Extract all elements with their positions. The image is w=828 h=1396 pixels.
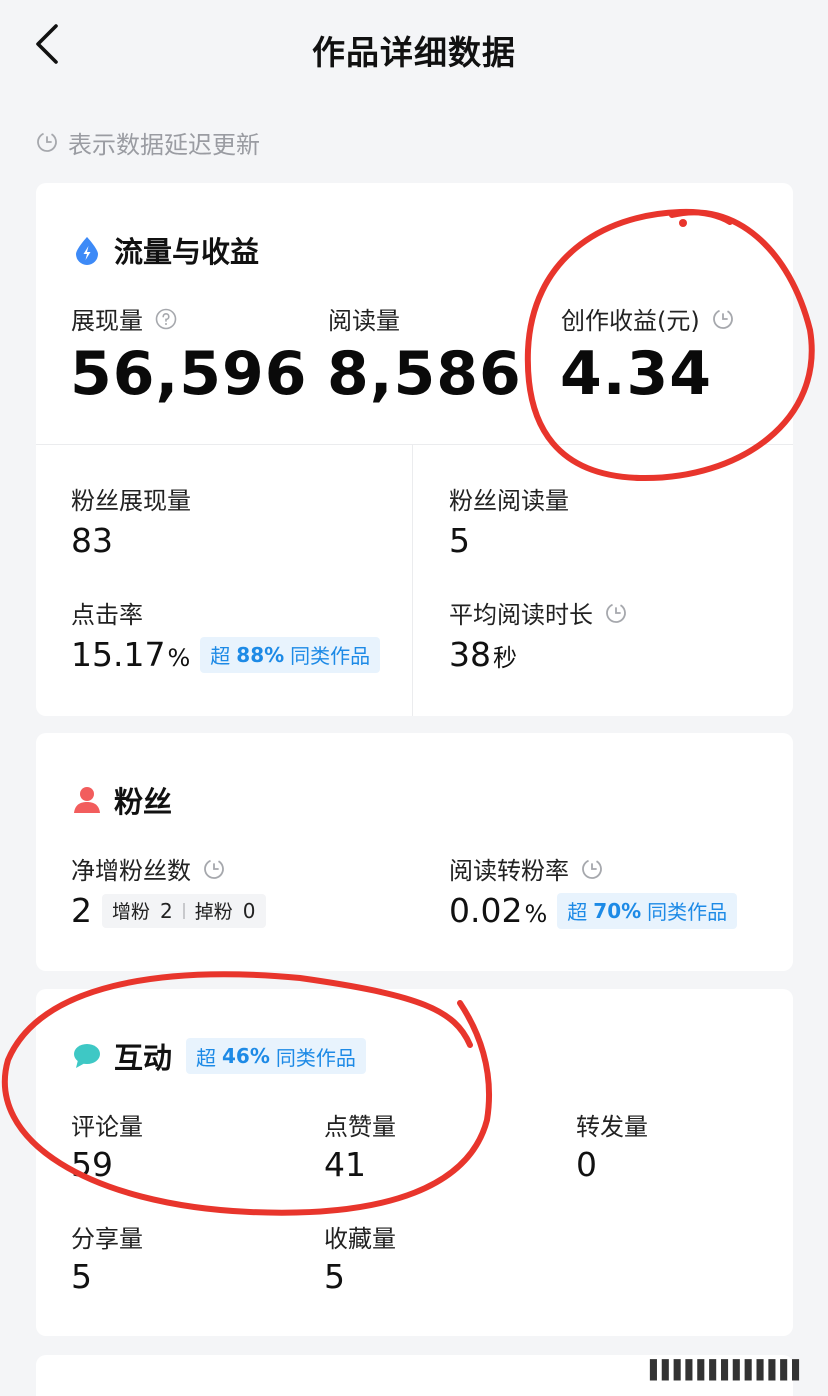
badge-suffix: 同类作品 bbox=[647, 900, 728, 924]
avg-time-value: 38 bbox=[449, 635, 491, 674]
reads-label: 阅读量 bbox=[328, 307, 400, 335]
badge-percent: 70% bbox=[593, 898, 642, 923]
conversion-label: 阅读转粉率 bbox=[449, 857, 569, 885]
fans-title: 粉丝 bbox=[114, 785, 173, 819]
conversion-label-row: 阅读转粉率 bbox=[449, 851, 603, 886]
avg-time-unit: 秒 bbox=[493, 644, 517, 672]
fan-reads-value: 5 bbox=[449, 521, 470, 560]
clock-icon bbox=[606, 602, 626, 623]
clock-icon bbox=[204, 858, 224, 879]
impressions-label: 展现量 bbox=[71, 307, 143, 335]
conversion-value-row: 0.02 % 超 70% 同类作品 bbox=[449, 891, 738, 930]
lightning-drop-icon bbox=[76, 237, 98, 265]
clock-icon bbox=[712, 308, 733, 329]
fans-header: 粉丝 bbox=[72, 779, 172, 821]
earnings-value: 4.34 bbox=[560, 339, 713, 409]
reposts-label: 转发量 bbox=[576, 1113, 648, 1141]
badge-percent: 46% bbox=[222, 1044, 270, 1068]
notice-text: 表示数据延迟更新 bbox=[68, 130, 260, 159]
chat-bubble-icon bbox=[74, 1044, 100, 1068]
traffic-card: 流量与收益 展现量 56,596 阅读量 8,586 创作收益(元) 4.34 … bbox=[36, 183, 793, 716]
loss-value: 0 bbox=[242, 898, 256, 923]
ctr-label: 点击率 bbox=[71, 601, 143, 629]
conversion-value: 0.02 bbox=[449, 891, 523, 930]
likes-label: 点赞量 bbox=[324, 1113, 396, 1141]
impressions-value: 56,596 bbox=[70, 339, 308, 409]
ctr-badge: 超 88% 同类作品 bbox=[200, 636, 381, 673]
earnings-label-row: 创作收益(元) bbox=[561, 301, 734, 336]
nav-bar: 作品详细数据 bbox=[0, 0, 828, 100]
interaction-badge: 超 46% 同类作品 bbox=[186, 1038, 366, 1074]
ctr-value-row: 15.17 % 超 88% 同类作品 bbox=[71, 635, 381, 674]
reads-value: 8,586 bbox=[327, 339, 522, 409]
avg-time-label: 平均阅读时长 bbox=[449, 601, 593, 629]
traffic-title: 流量与收益 bbox=[114, 235, 260, 269]
conversion-unit: % bbox=[524, 900, 548, 928]
fans-card: 粉丝 净增粉丝数 2 增粉 2 掉粉 0 阅读转粉率 0.02 % 超 70% … bbox=[36, 733, 793, 971]
badge-percent: 88% bbox=[236, 642, 285, 667]
interaction-card: 互动 超 46% 同类作品 评论量 59 点赞量 41 转发量 0 分享量 5 收藏… bbox=[36, 989, 793, 1336]
page: 作品详细数据 表示数据延迟更新 流量与收益 展现量 56,596 阅读量 8,5… bbox=[0, 0, 828, 1396]
fan-impressions-value: 83 bbox=[71, 521, 113, 560]
net-gain-label-row: 净增粉丝数 bbox=[71, 851, 225, 886]
badge-prefix: 超 bbox=[210, 644, 231, 668]
badge-suffix: 同类作品 bbox=[275, 1045, 356, 1070]
badge-suffix: 同类作品 bbox=[290, 644, 371, 668]
traffic-header: 流量与收益 bbox=[72, 229, 259, 271]
reposts-value: 0 bbox=[576, 1145, 597, 1184]
likes-value: 41 bbox=[324, 1145, 366, 1184]
avg-time-label-row: 平均阅读时长 bbox=[449, 595, 627, 630]
page-title: 作品详细数据 bbox=[312, 33, 516, 72]
impressions-label-row: 展现量 bbox=[71, 301, 177, 336]
fan-reads-label: 粉丝阅读量 bbox=[449, 487, 569, 515]
badge-prefix: 超 bbox=[196, 1045, 217, 1070]
loss-label: 掉粉 bbox=[194, 901, 233, 923]
comments-value: 59 bbox=[71, 1145, 113, 1184]
chip-separator bbox=[182, 902, 185, 919]
clock-icon bbox=[37, 132, 57, 152]
gain-loss-chip: 增粉 2 掉粉 0 bbox=[102, 893, 266, 928]
person-icon bbox=[74, 787, 100, 813]
net-gain-value: 2 bbox=[71, 891, 92, 930]
badge-prefix: 超 bbox=[567, 900, 588, 924]
ctr-value: 15.17 bbox=[71, 635, 166, 674]
watermark-strip: ▌▌▌▌▌▌▌▌▌▌▌▌▌ bbox=[650, 1360, 806, 1381]
ctr-unit: % bbox=[167, 644, 191, 672]
comments-label: 评论量 bbox=[71, 1113, 143, 1141]
net-gain-label: 净增粉丝数 bbox=[71, 857, 191, 885]
shares-value: 5 bbox=[71, 1257, 92, 1296]
clock-icon bbox=[582, 858, 602, 879]
avg-time-value-row: 38 秒 bbox=[449, 635, 517, 674]
favorites-label: 收藏量 bbox=[324, 1225, 396, 1253]
delay-notice: 表示数据延迟更新 bbox=[36, 126, 260, 159]
earnings-label: 创作收益(元) bbox=[561, 307, 700, 335]
gain-label: 增粉 bbox=[112, 901, 151, 923]
shares-label: 分享量 bbox=[71, 1225, 143, 1253]
favorites-value: 5 bbox=[324, 1257, 345, 1296]
help-icon[interactable] bbox=[155, 308, 177, 330]
fan-impressions-label: 粉丝展现量 bbox=[71, 487, 191, 515]
gain-value: 2 bbox=[160, 898, 173, 923]
interaction-header: 互动 超 46% 同类作品 bbox=[72, 1035, 366, 1077]
divider bbox=[36, 444, 793, 445]
divider bbox=[412, 444, 413, 716]
interaction-title: 互动 bbox=[114, 1041, 173, 1075]
net-gain-value-row: 2 增粉 2 掉粉 0 bbox=[71, 891, 266, 930]
reads-label-row: 阅读量 bbox=[328, 301, 400, 336]
conversion-badge: 超 70% 同类作品 bbox=[557, 892, 738, 929]
